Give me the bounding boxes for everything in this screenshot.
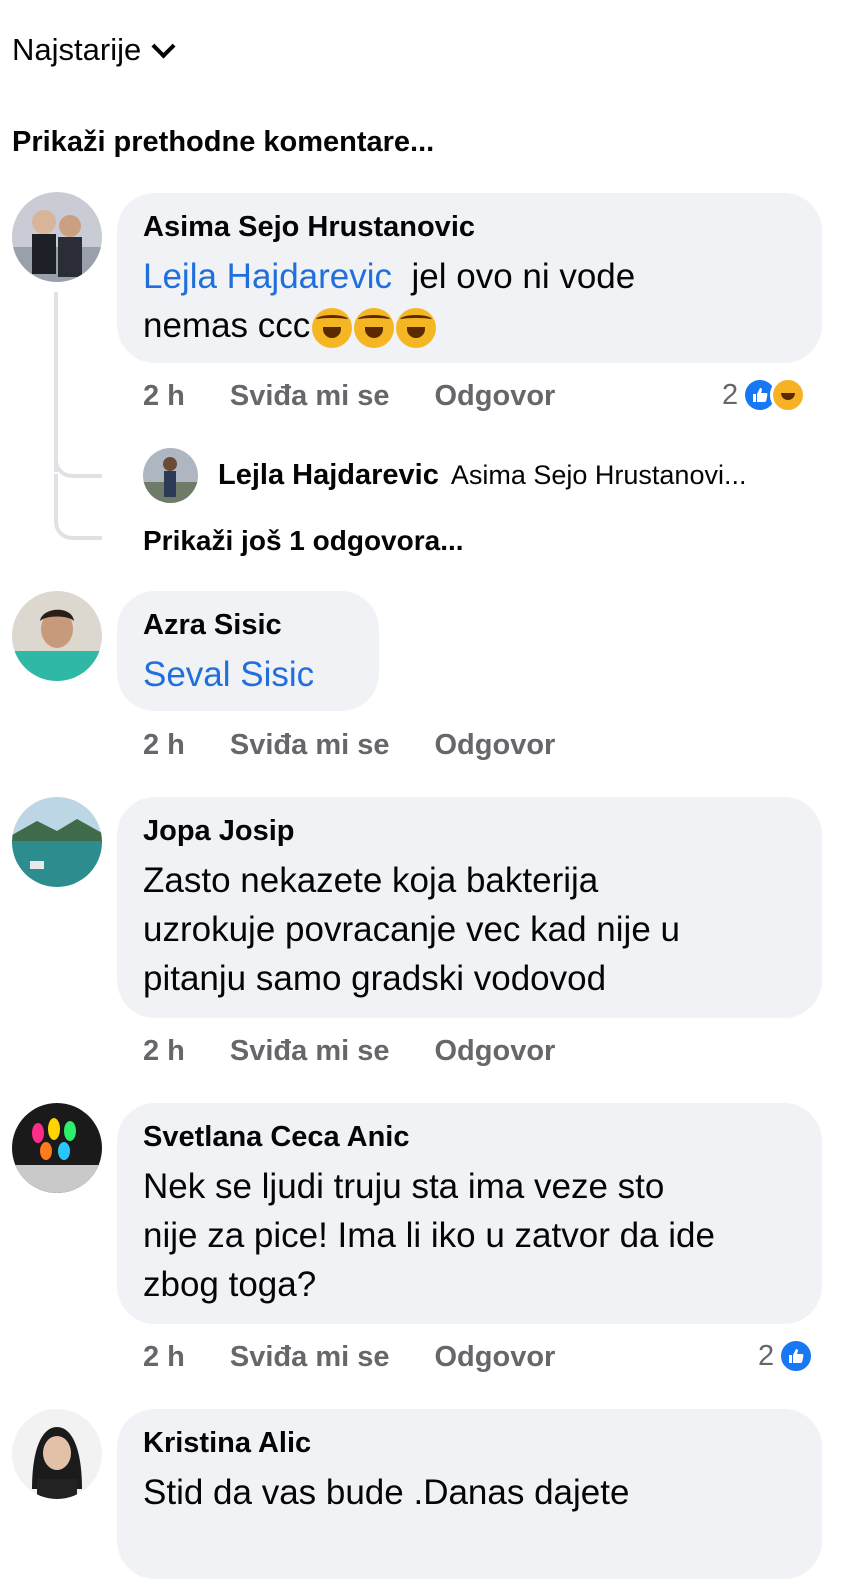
comment-time[interactable]: 2 h <box>143 1341 185 1374</box>
reply-preview[interactable]: Lejla Hajdarevic Asima Sejo Hrustanovi..… <box>143 448 746 503</box>
rolling-on-floor-laughing-icon <box>354 307 395 348</box>
comment-text: Zasto nekazete koja bakterija uzrokuje p… <box>143 856 813 1003</box>
reply-thread-elbow <box>54 440 102 478</box>
comment-author[interactable]: Jopa Josip <box>143 815 295 848</box>
avatar[interactable] <box>12 192 102 282</box>
comment-text-line: jel ovo ni vode <box>411 257 636 296</box>
reaction-count: 2 <box>758 1339 775 1372</box>
haha-icon <box>770 377 807 413</box>
comment-text-line: uzrokuje povracanje vec kad nije u <box>143 910 680 949</box>
reply-thread-elbow <box>54 474 102 540</box>
reply-button[interactable]: Odgovor <box>435 729 556 762</box>
reaction-count: 2 <box>722 378 739 411</box>
sort-label: Najstarije <box>12 32 142 67</box>
chevron-down-icon <box>151 33 176 59</box>
rolling-on-floor-laughing-icon <box>396 307 437 348</box>
comment-text: Nek se ljudi truju sta ima veze sto nije… <box>143 1162 813 1309</box>
comment-time[interactable]: 2 h <box>143 380 185 413</box>
comment-author[interactable]: Svetlana Ceca Anic <box>143 1121 410 1154</box>
comment-bubble: Asima Sejo Hrustanovic Lejla Hajdarevic … <box>117 193 822 363</box>
show-previous-comments-link[interactable]: Prikaži prethodne komentare... <box>12 126 434 159</box>
comment-actions: 2 h Sviđa mi se Odgovor <box>143 1341 555 1374</box>
like-button[interactable]: Sviđa mi se <box>230 729 390 762</box>
avatar[interactable] <box>12 1103 102 1193</box>
sort-dropdown[interactable]: Najstarije <box>12 32 176 68</box>
like-icon <box>778 1338 815 1374</box>
comment-author[interactable]: Asima Sejo Hrustanovic <box>143 211 475 244</box>
rolling-on-floor-laughing-icon <box>312 307 353 348</box>
comment-time[interactable]: 2 h <box>143 729 185 762</box>
reply-button[interactable]: Odgovor <box>435 380 556 413</box>
comment-text-line: Nek se ljudi truju sta ima veze sto <box>143 1167 665 1206</box>
reply-author[interactable]: Lejla Hajdarevic <box>218 459 439 492</box>
like-button[interactable]: Sviđa mi se <box>230 1035 390 1068</box>
comment-text-line: Stid da vas bude .Danas dajete <box>143 1473 630 1512</box>
comment-text-line: zbog toga? <box>143 1265 317 1304</box>
reaction-summary[interactable]: 2 <box>722 377 807 413</box>
comment-bubble: Azra Sisic Seval Sisic <box>117 591 379 711</box>
avatar <box>143 448 198 503</box>
comment-actions: 2 h Sviđa mi se Odgovor <box>143 380 555 413</box>
mention-link[interactable]: Seval Sisic <box>143 650 314 699</box>
comment-author[interactable]: Azra Sisic <box>143 609 282 642</box>
reply-button[interactable]: Odgovor <box>435 1035 556 1068</box>
like-button[interactable]: Sviđa mi se <box>230 380 390 413</box>
comment-actions: 2 h Sviđa mi se Odgovor <box>143 729 555 762</box>
comment-text: Lejla Hajdarevic jel ovo ni vode nemas c… <box>143 252 813 350</box>
avatar[interactable] <box>12 797 102 887</box>
reply-text: Asima Sejo Hrustanovi... <box>450 460 747 490</box>
avatar[interactable] <box>12 1409 102 1499</box>
avatar[interactable] <box>12 591 102 681</box>
comment-bubble: Kristina Alic Stid da vas bude .Danas da… <box>117 1409 822 1579</box>
comment-text: Stid da vas bude .Danas dajete <box>143 1468 813 1517</box>
comment-author[interactable]: Kristina Alic <box>143 1427 311 1460</box>
comment-text-line: nemas ccc <box>143 306 311 345</box>
reply-button[interactable]: Odgovor <box>435 1341 556 1374</box>
comment-text-line: nije za pice! Ima li iko u zatvor da ide <box>143 1216 715 1255</box>
comment-actions: 2 h Sviđa mi se Odgovor <box>143 1035 555 1068</box>
comment-text-line: Zasto nekazete koja bakterija <box>143 861 599 900</box>
mention-link[interactable]: Lejla Hajdarevic <box>143 257 392 296</box>
reaction-summary[interactable]: 2 <box>758 1338 815 1374</box>
like-button[interactable]: Sviđa mi se <box>230 1341 390 1374</box>
comment-time[interactable]: 2 h <box>143 1035 185 1068</box>
comment-bubble: Jopa Josip Zasto nekazete koja bakterija… <box>117 797 822 1018</box>
comment-bubble: Svetlana Ceca Anic Nek se ljudi truju st… <box>117 1103 822 1324</box>
comment-text-line: pitanju samo gradski vodovod <box>143 959 607 998</box>
show-more-replies-link[interactable]: Prikaži još 1 odgovora... <box>143 525 464 557</box>
